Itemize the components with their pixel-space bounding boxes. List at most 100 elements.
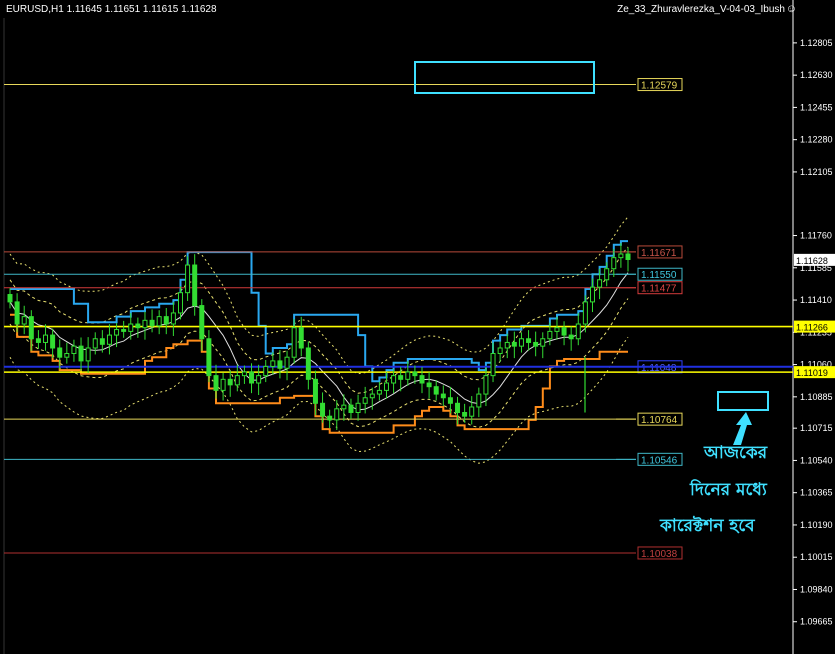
candle-body: [355, 402, 361, 414]
candle-body: [419, 375, 425, 384]
y-tick-label: 1.12105: [800, 167, 833, 177]
candle-body: [128, 323, 134, 332]
candle-body: [99, 338, 105, 345]
candle-body: [135, 323, 141, 329]
level-lines: 1.125791.116711.115501.114771.110481.107…: [4, 78, 793, 560]
candle-body: [21, 316, 27, 325]
candle-body: [149, 319, 155, 327]
level-label: 1.10764: [641, 415, 678, 426]
candle-body: [348, 404, 354, 414]
candle-body: [177, 292, 183, 314]
symbol-info: EURUSD,H1 1.11645 1.11651 1.11615 1.1162…: [6, 4, 217, 15]
candle-body: [270, 360, 276, 367]
hline-axis-label: 1.11019: [796, 368, 828, 378]
candle-body: [277, 360, 283, 369]
level-label: 1.12579: [641, 81, 678, 92]
candle-body: [433, 386, 439, 395]
candle-body: [540, 338, 546, 347]
candle-body: [455, 402, 461, 414]
level-label: 1.10038: [641, 549, 678, 560]
candle-body: [334, 408, 340, 421]
candle-body: [405, 371, 411, 380]
indicator-name: Ze_33_Zhuravlerezka_V-04-03_Ibush: [617, 4, 785, 15]
candle-body: [192, 264, 198, 307]
candle-body: [241, 371, 247, 377]
candle-body: [206, 338, 212, 377]
candle-body: [575, 323, 581, 340]
smiley-icon: ☺: [785, 3, 797, 15]
level-label: 1.11671: [641, 248, 677, 259]
candle-body: [412, 371, 418, 377]
candle-body: [64, 353, 70, 358]
target-box: [414, 61, 595, 94]
candle-body: [57, 347, 63, 358]
candle-body: [28, 316, 34, 340]
candle-body: [483, 375, 489, 395]
candle-body: [78, 345, 84, 362]
price-chart[interactable]: 1.125791.116711.115501.114771.110481.107…: [0, 0, 835, 654]
candle-body: [469, 406, 475, 417]
candle-body: [163, 316, 169, 325]
candle-body: [114, 329, 120, 336]
candle-body: [376, 389, 382, 395]
candle-body: [298, 327, 304, 349]
candle-body: [518, 338, 524, 347]
candle-body: [213, 375, 219, 391]
candle-body: [526, 338, 532, 343]
candle-body: [305, 347, 311, 380]
candle-body: [199, 305, 205, 340]
candle-body: [597, 279, 603, 288]
annotation-line-2: দিনের মধ্যে: [690, 480, 767, 500]
candle-body: [50, 334, 56, 349]
y-tick-label: 1.09665: [800, 617, 833, 627]
candle-body: [234, 375, 240, 386]
candle-body: [568, 334, 574, 340]
candle-body: [71, 345, 77, 355]
candle-body: [561, 327, 567, 336]
y-tick-label: 1.11760: [800, 231, 832, 241]
candle-body: [341, 404, 347, 410]
candle-body: [256, 375, 262, 384]
candle-body: [227, 378, 233, 386]
level-label: 1.11477: [641, 284, 677, 295]
candle-body: [604, 268, 610, 281]
y-tick-label: 1.10365: [800, 488, 833, 498]
candle-body: [106, 334, 112, 345]
candlesticks: [7, 243, 631, 431]
candle-body: [220, 378, 226, 391]
candle-body: [284, 356, 290, 369]
y-tick-label: 1.10715: [800, 423, 833, 433]
candle-body: [249, 371, 255, 384]
hline-axis-label: 1.11266: [796, 323, 828, 333]
correction-box: [717, 391, 769, 411]
candle-body: [398, 375, 404, 380]
y-tick-label: 1.10885: [800, 392, 833, 402]
envelope-upper: [9, 246, 629, 394]
candle-body: [185, 264, 191, 294]
candle-body: [611, 257, 617, 270]
candle-body: [14, 301, 20, 325]
candle-body: [547, 330, 553, 340]
candle-body: [511, 341, 517, 347]
candle-body: [362, 397, 368, 404]
candle-body: [625, 253, 631, 260]
candle-body: [92, 338, 98, 349]
level-label: 1.10546: [641, 455, 678, 466]
candle-body: [426, 382, 432, 388]
candle-body: [263, 365, 269, 377]
level-label: 1.11550: [641, 270, 677, 281]
y-tick-label: 1.11410: [800, 295, 832, 305]
price-axis: 1.12805 1.12630 1.12455 1.12280 1.12105 1.117…: [793, 38, 835, 627]
candle-body: [85, 347, 91, 362]
candle-body: [618, 253, 624, 259]
y-tick-label: 1.10190: [800, 520, 833, 530]
candle-body: [497, 347, 503, 355]
candle-body: [589, 286, 595, 303]
candle-body: [170, 312, 176, 325]
candle-body: [312, 378, 318, 404]
candle-body: [327, 415, 333, 421]
y-tick-label: 1.12630: [800, 70, 833, 80]
y-tick-label: 1.09840: [800, 584, 833, 594]
candle-body: [582, 301, 588, 325]
candle-body: [320, 402, 326, 417]
